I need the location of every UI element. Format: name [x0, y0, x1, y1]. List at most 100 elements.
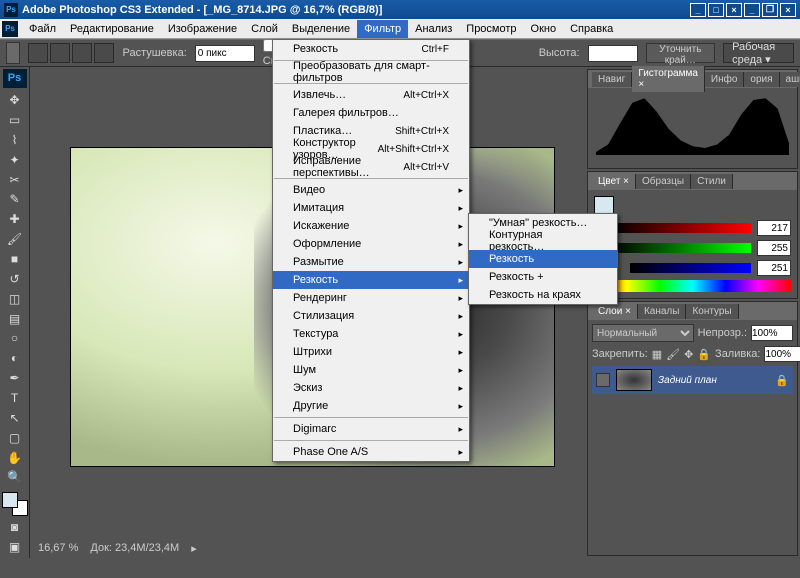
submenuitem[interactable]: Резкость на краях — [469, 286, 617, 304]
doc-close-button[interactable]: × — [780, 3, 796, 17]
blur-tool[interactable]: ○ — [3, 329, 27, 348]
workspace-button[interactable]: Рабочая среда ▾ — [723, 43, 794, 63]
menuitem[interactable]: Текстура▸ — [273, 325, 469, 343]
menu-файл[interactable]: Файл — [22, 20, 63, 38]
r-input[interactable] — [757, 220, 791, 236]
g-input[interactable] — [757, 240, 791, 256]
menu-выделение[interactable]: Выделение — [285, 20, 357, 38]
doc-minimize-button[interactable]: _ — [744, 3, 760, 17]
gradient-tool[interactable]: ▤ — [3, 309, 27, 328]
fg-color-swatch[interactable] — [2, 492, 18, 508]
menu-справка[interactable]: Справка — [563, 20, 620, 38]
r-slider[interactable] — [612, 223, 751, 233]
submenuitem[interactable]: Резкость — [469, 250, 617, 268]
path-tool[interactable]: ↖ — [3, 408, 27, 427]
selection-mode-buttons[interactable] — [28, 43, 114, 63]
menuitem[interactable]: Видео▸ — [273, 181, 469, 199]
eraser-tool[interactable]: ◫ — [3, 289, 27, 308]
menu-изображение[interactable]: Изображение — [161, 20, 244, 38]
menu-редактирование[interactable]: Редактирование — [63, 20, 161, 38]
menuitem[interactable]: Размытие▸ — [273, 253, 469, 271]
height-input[interactable] — [588, 45, 638, 62]
fill-input[interactable] — [764, 346, 800, 362]
tab[interactable]: ашии — [780, 72, 800, 87]
menuitem[interactable]: Стилизация▸ — [273, 307, 469, 325]
menuitem[interactable]: Другие▸ — [273, 397, 469, 415]
layer-item-background[interactable]: Задний план 🔒 — [592, 366, 793, 394]
b-input[interactable] — [757, 260, 791, 276]
menuitem[interactable]: Искажение▸ — [273, 217, 469, 235]
b-slider[interactable] — [630, 263, 751, 273]
tab[interactable]: Контуры — [686, 304, 738, 319]
tab[interactable]: Образцы — [636, 174, 691, 189]
pen-tool[interactable]: ✒ — [3, 369, 27, 388]
spectrum-bar[interactable] — [594, 280, 791, 292]
menuitem[interactable]: Извлечь…Alt+Ctrl+X — [273, 86, 469, 104]
brush-tool[interactable]: 🖌 — [3, 230, 27, 249]
hand-tool[interactable]: ✋ — [3, 448, 27, 467]
menuitem[interactable]: Имитация▸ — [273, 199, 469, 217]
lock-move-icon[interactable]: ✥ — [684, 348, 693, 361]
minimize-button[interactable]: _ — [690, 3, 706, 17]
eye-icon[interactable] — [596, 373, 610, 387]
stamp-tool[interactable]: ■ — [3, 250, 27, 269]
tab[interactable]: Инфо — [705, 72, 745, 87]
lock-trans-icon[interactable]: ▦ — [652, 348, 662, 361]
menuitem[interactable]: Эскиз▸ — [273, 379, 469, 397]
zoom-tool[interactable]: 🔍 — [3, 468, 27, 487]
move-tool[interactable]: ✥ — [3, 91, 27, 110]
close-button[interactable]: × — [726, 3, 742, 17]
dodge-tool[interactable]: ◐ — [3, 349, 27, 368]
menuitem[interactable]: РезкостьCtrl+F — [273, 40, 469, 58]
quickmask-button[interactable]: ◙ — [3, 517, 27, 536]
tab[interactable]: Гистограмма × — [632, 66, 705, 92]
menuitem[interactable]: Рендеринг▸ — [273, 289, 469, 307]
menuitem[interactable]: Исправление перспективы…Alt+Ctrl+V — [273, 158, 469, 176]
marquee-tool[interactable]: ▭ — [3, 111, 27, 130]
refine-edge-button[interactable]: Уточнить край… — [646, 43, 716, 63]
healing-tool[interactable]: ✚ — [3, 210, 27, 229]
feather-input[interactable] — [195, 45, 255, 62]
lock-brush-icon[interactable]: 🖌 — [666, 348, 680, 361]
opacity-input[interactable] — [751, 325, 793, 341]
tab[interactable]: Цвет × — [592, 174, 636, 189]
wand-tool[interactable]: ✦ — [3, 150, 27, 169]
opacity-label: Непрозр.: — [698, 327, 747, 339]
menuitem[interactable]: Шум▸ — [273, 361, 469, 379]
type-tool[interactable]: T — [3, 389, 27, 408]
menuitem[interactable]: Оформление▸ — [273, 235, 469, 253]
history-brush-tool[interactable]: ↺ — [3, 269, 27, 288]
tab[interactable]: ория — [744, 72, 779, 87]
menuitem[interactable]: Преобразовать для смарт-фильтров — [273, 63, 469, 81]
g-slider[interactable] — [612, 243, 751, 253]
lock-all-icon[interactable]: 🔒 — [697, 348, 711, 361]
menuitem[interactable]: Галерея фильтров… — [273, 104, 469, 122]
tab[interactable]: Навиг — [592, 72, 632, 87]
menu-анализ[interactable]: Анализ — [408, 20, 459, 38]
menu-окно[interactable]: Окно — [524, 20, 564, 38]
submenuitem[interactable]: Контурная резкость… — [469, 232, 617, 250]
tab[interactable]: Слои × — [592, 304, 638, 319]
menu-фильтр[interactable]: Фильтр — [357, 20, 408, 38]
zoom-level[interactable]: 16,67 % — [38, 542, 78, 554]
layer-thumbnail[interactable] — [616, 369, 652, 391]
menu-слой[interactable]: Слой — [244, 20, 285, 38]
submenuitem[interactable]: Резкость + — [469, 268, 617, 286]
crop-tool[interactable]: ✂ — [3, 170, 27, 189]
shape-tool[interactable]: ▢ — [3, 428, 27, 447]
blend-mode-select[interactable]: Нормальный — [592, 324, 694, 342]
menuitem[interactable]: Резкость▸ — [273, 271, 469, 289]
menuitem[interactable]: Штрихи▸ — [273, 343, 469, 361]
tab[interactable]: Каналы — [638, 304, 687, 319]
doc-restore-button[interactable]: ❐ — [762, 3, 778, 17]
menuitem[interactable]: Phase One A/S▸ — [273, 443, 469, 461]
screenmode-button[interactable]: ▣ — [3, 537, 27, 556]
menu-просмотр[interactable]: Просмотр — [459, 20, 523, 38]
eyedropper-tool[interactable]: ✎ — [3, 190, 27, 209]
menuitem[interactable]: Digimarc▸ — [273, 420, 469, 438]
maximize-button[interactable]: □ — [708, 3, 724, 17]
color-swatches[interactable] — [2, 492, 28, 516]
chevron-right-icon[interactable]: ▸ — [191, 542, 197, 555]
tab[interactable]: Стили — [691, 174, 733, 189]
lasso-tool[interactable]: ⌇ — [3, 130, 27, 149]
